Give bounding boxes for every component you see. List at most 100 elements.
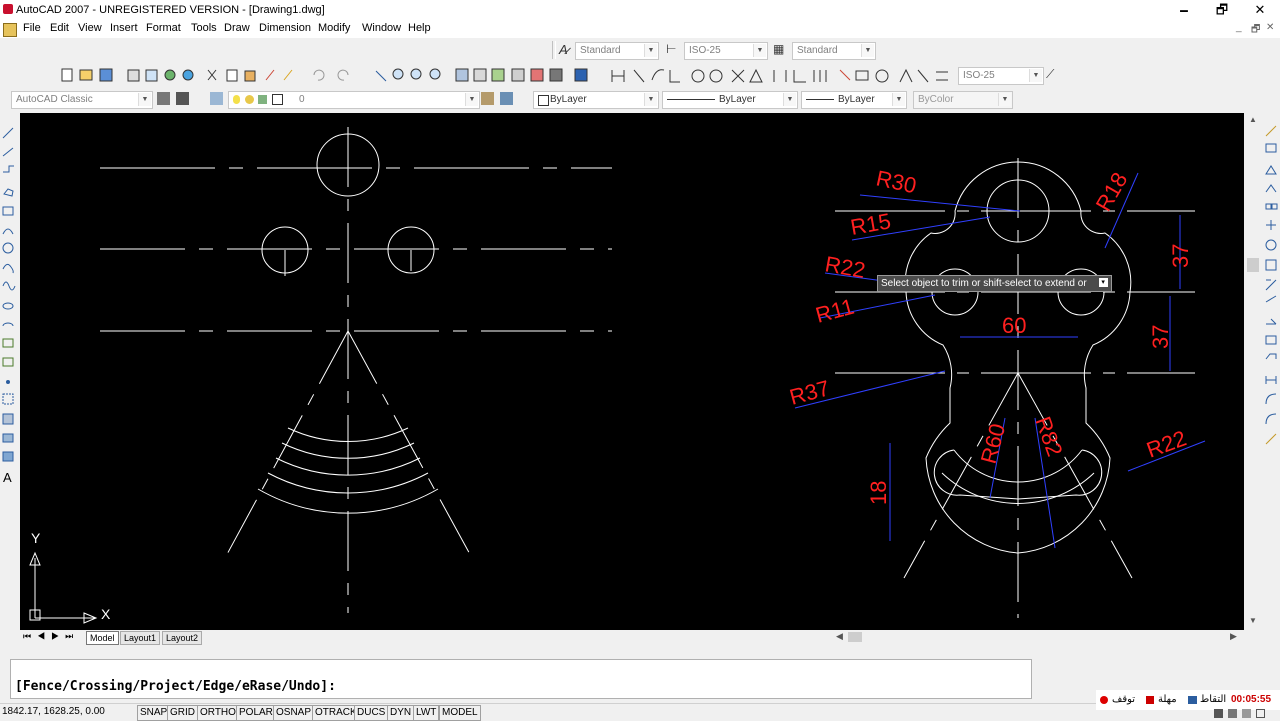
- communication-center-icon[interactable]: [1214, 709, 1223, 718]
- text-style-value: Standard: [580, 45, 621, 56]
- title-bar: AutoCAD 2007 - UNREGISTERED VERSION - [D…: [0, 0, 1280, 20]
- otrack-toggle[interactable]: OTRACK: [312, 705, 360, 721]
- close-button[interactable]: ✕: [1241, 0, 1279, 20]
- tab-layout1[interactable]: Layout1: [120, 631, 161, 645]
- grid-toggle[interactable]: GRID: [167, 705, 198, 721]
- tab-model[interactable]: Model: [86, 631, 119, 645]
- menu-dimension[interactable]: Dimension: [259, 22, 311, 34]
- coordinates-display[interactable]: 1842.17, 1628.25, 0.00: [2, 706, 105, 717]
- maximize-button[interactable]: 🗗: [1203, 0, 1241, 20]
- dimension-r22-upper: R22: [823, 251, 867, 283]
- clean-screen-icon[interactable]: [1256, 709, 1265, 718]
- plotstyle-control-select[interactable]: ByColor ▼: [913, 91, 1013, 109]
- menu-help[interactable]: Help: [408, 22, 431, 34]
- scroll-down-icon[interactable]: ▼: [1249, 616, 1257, 625]
- record-stop-icon[interactable]: [1100, 696, 1108, 704]
- workspace-select[interactable]: AutoCAD Classic ▼: [11, 91, 153, 109]
- tooltip-text: Select object to trim or shift-select to…: [881, 278, 1087, 289]
- autocad-app-icon[interactable]: [3, 4, 13, 14]
- workspace-settings-icon[interactable]: [157, 92, 170, 105]
- drawing-geometry[interactable]: R30 R15 R22 R11 R37 R18 37 37 60 R60 R82…: [20, 113, 1244, 630]
- lwt-toggle[interactable]: LWT: [413, 705, 440, 721]
- standard-toolbar-icons[interactable]: [52, 66, 1074, 86]
- text-style-icon[interactable]: A̷: [559, 42, 568, 57]
- toolbar-grip[interactable]: [552, 41, 556, 59]
- linetype-value: ByLayer: [719, 94, 756, 105]
- draw-toolbar-icons[interactable]: A: [0, 114, 17, 485]
- lineweight-value: ByLayer: [838, 94, 875, 105]
- layer-manager-icon[interactable]: [210, 92, 223, 105]
- dimension-style-value: ISO-25: [689, 45, 721, 56]
- menu-draw[interactable]: Draw: [224, 22, 250, 34]
- document-icon[interactable]: [3, 23, 17, 37]
- tray-settings-icon[interactable]: [1242, 709, 1251, 718]
- mdi-restore-button[interactable]: 🗗: [1251, 22, 1260, 39]
- chevron-down-icon: ▼: [1029, 69, 1042, 82]
- layer-previous-icon[interactable]: [500, 92, 513, 105]
- table-style-icon[interactable]: ▦: [773, 42, 784, 56]
- my-workspace-icon[interactable]: [176, 92, 189, 105]
- mdi-minimize-button[interactable]: _: [1236, 22, 1242, 33]
- menu-modify[interactable]: Modify: [318, 22, 350, 34]
- plotstyle-value: ByColor: [918, 94, 954, 105]
- lock-icon[interactable]: [1228, 709, 1237, 718]
- vertical-scroll-thumb[interactable]: [1247, 258, 1259, 272]
- drawing-canvas[interactable]: R30 R15 R22 R11 R37 R18 37 37 60 R60 R82…: [20, 113, 1244, 630]
- make-current-layer-icon[interactable]: [481, 92, 494, 105]
- recorder-stop-label[interactable]: توقف: [1112, 694, 1135, 705]
- minimize-button[interactable]: 🗕: [1165, 0, 1203, 20]
- dimension-r22-lower: R22: [1143, 425, 1189, 462]
- menu-format[interactable]: Format: [146, 22, 181, 34]
- menu-file[interactable]: File: [23, 22, 41, 34]
- layer-select[interactable]: 0 ▼: [228, 91, 480, 109]
- dimension-r82: R82: [1030, 413, 1067, 459]
- camera-icon[interactable]: [1188, 696, 1197, 704]
- modify-toolbar-icons[interactable]: [1262, 114, 1280, 454]
- recorder-pause-label[interactable]: مهلة: [1158, 694, 1177, 705]
- layer-color-icon: [272, 94, 283, 105]
- tray-icons: [1212, 707, 1280, 720]
- polar-toggle[interactable]: POLAR: [236, 705, 276, 721]
- menu-insert[interactable]: Insert: [110, 22, 138, 34]
- dyn-toggle[interactable]: DYN: [387, 705, 415, 721]
- dimension-style-icon[interactable]: ⊢: [666, 42, 676, 56]
- tab-layout2[interactable]: Layout2: [162, 631, 203, 645]
- command-line[interactable]: [Fence/Crossing/Project/Edge/eRase/Undo]…: [10, 659, 1032, 699]
- chevron-down-icon: ▼: [783, 93, 796, 106]
- table-style-select[interactable]: Standard ▼: [792, 42, 876, 60]
- lightbulb-icon: [233, 95, 240, 104]
- model-toggle[interactable]: MODEL: [439, 705, 481, 721]
- scroll-up-icon[interactable]: ▲: [1249, 115, 1257, 124]
- menu-edit[interactable]: Edit: [50, 22, 69, 34]
- multiline-text-icon: A: [3, 470, 12, 484]
- snap-toggle[interactable]: SNAP: [137, 705, 171, 721]
- dimension-r18: R18: [1091, 168, 1133, 215]
- ortho-toggle[interactable]: ORTHO: [197, 705, 239, 721]
- menu-tools[interactable]: Tools: [191, 22, 217, 34]
- lineweight-control-select[interactable]: ByLayer ▼: [801, 91, 907, 109]
- mdi-close-button[interactable]: ✕: [1266, 22, 1274, 33]
- color-control-select[interactable]: ByLayer ▼: [533, 91, 659, 109]
- tooltip-expand-icon[interactable]: ▾: [1098, 278, 1108, 287]
- scroll-right-icon[interactable]: ▶: [1230, 631, 1237, 642]
- pause-icon[interactable]: [1146, 696, 1154, 704]
- vertical-scrollbar[interactable]: ▲ ▼: [1246, 113, 1260, 630]
- properties-toolbar: AutoCAD Classic ▼ 0 ▼ ByLayer ▼ ByLayer ▼ B…: [0, 88, 1280, 110]
- menu-view[interactable]: View: [78, 22, 102, 34]
- recorder-capture-label[interactable]: التقاط: [1200, 694, 1226, 705]
- ducs-toggle[interactable]: DUCS: [354, 705, 389, 721]
- scroll-left-icon[interactable]: ◀: [836, 631, 843, 642]
- color-value: ByLayer: [550, 94, 587, 105]
- text-style-select[interactable]: Standard ▼: [575, 42, 659, 60]
- dimension-update-icon[interactable]: ⟋: [1046, 67, 1054, 82]
- osnap-toggle[interactable]: OSNAP: [273, 705, 315, 721]
- dimension-toolbar-style-select[interactable]: ISO-25 ▼: [958, 67, 1044, 85]
- horizontal-scroll-thumb[interactable]: [848, 632, 862, 642]
- linetype-control-select[interactable]: ByLayer ▼: [662, 91, 798, 109]
- dimension-r37: R37: [787, 375, 832, 410]
- layer-current-value: 0: [299, 94, 305, 105]
- dimension-style-select[interactable]: ISO-25 ▼: [684, 42, 768, 60]
- menu-window[interactable]: Window: [362, 22, 401, 34]
- horizontal-scrollbar[interactable]: ◀ ▶: [832, 631, 1244, 643]
- tab-nav-arrows[interactable]: ⏮◀▶⏭: [23, 631, 79, 642]
